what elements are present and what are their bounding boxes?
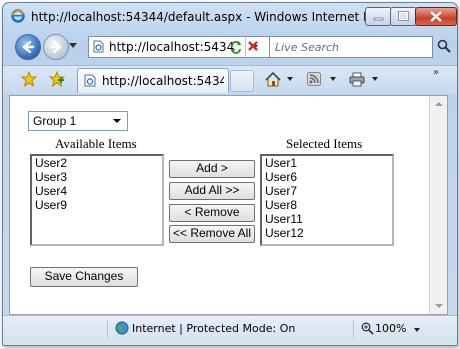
close-button[interactable] bbox=[415, 7, 457, 26]
close-icon bbox=[430, 11, 442, 22]
zoom-level[interactable]: 100% bbox=[375, 322, 406, 335]
list-item[interactable]: User6 bbox=[262, 170, 392, 184]
list-item[interactable]: User8 bbox=[262, 198, 392, 212]
selected-items-list[interactable]: User1 User6 User7 User8 User11 User12 bbox=[260, 154, 394, 246]
title-bar: http://localhost:54344/default.aspx - Wi… bbox=[3, 3, 457, 31]
status-bar: Internet | Protected Mode: On 100% bbox=[3, 315, 457, 345]
forward-arrow-icon bbox=[49, 40, 62, 54]
list-item[interactable]: User12 bbox=[262, 226, 392, 240]
status-divider bbox=[353, 320, 354, 338]
add-button[interactable]: Add > bbox=[169, 160, 255, 178]
maximize-icon bbox=[398, 11, 409, 21]
remove-all-button[interactable]: << Remove All bbox=[169, 225, 255, 243]
list-item[interactable]: User9 bbox=[32, 198, 162, 212]
add-favorites-icon[interactable] bbox=[49, 71, 65, 87]
minimize-icon bbox=[373, 17, 384, 21]
save-changes-button[interactable]: Save Changes bbox=[30, 267, 138, 287]
group-select[interactable]: Group 1 bbox=[28, 111, 128, 131]
selected-items-title: Selected Items bbox=[286, 136, 363, 151]
page-icon bbox=[84, 74, 96, 87]
stop-icon[interactable] bbox=[247, 40, 259, 52]
list-item[interactable]: User11 bbox=[262, 212, 392, 226]
available-items-list[interactable]: User2 User3 User4 User9 bbox=[30, 154, 164, 246]
tab-label[interactable]: http://localhost:54344/d... bbox=[102, 74, 224, 88]
list-item[interactable]: User3 bbox=[32, 170, 162, 184]
list-item[interactable]: User2 bbox=[32, 156, 162, 170]
scroll-down-icon[interactable] bbox=[435, 304, 443, 308]
zoom-magnifier-icon[interactable] bbox=[361, 322, 374, 335]
available-items-title: Available Items bbox=[55, 136, 137, 151]
print-dropdown-arrow[interactable] bbox=[372, 77, 378, 81]
remove-button[interactable]: < Remove bbox=[169, 204, 255, 222]
tab-bar: http://localhost:54344/d... » bbox=[3, 65, 457, 94]
forward-button[interactable] bbox=[43, 34, 69, 60]
favorites-star-icon[interactable] bbox=[21, 71, 37, 87]
add-all-button[interactable]: Add All >> bbox=[169, 182, 255, 200]
security-zone-text[interactable]: Internet | Protected Mode: On bbox=[132, 322, 295, 335]
minimize-button[interactable] bbox=[365, 7, 392, 26]
more-commands-chevron[interactable]: » bbox=[433, 67, 439, 78]
group-select-value[interactable]: Group 1 bbox=[33, 114, 76, 128]
maximize-button[interactable] bbox=[390, 7, 417, 26]
status-divider bbox=[107, 320, 108, 338]
home-icon[interactable] bbox=[265, 72, 281, 87]
search-icon[interactable] bbox=[437, 39, 451, 53]
recent-pages-dropdown[interactable] bbox=[69, 43, 77, 49]
scroll-up-icon[interactable] bbox=[435, 102, 443, 106]
navigation-bar: http://localhost:54344/default.aspx Live… bbox=[3, 31, 457, 65]
feeds-dropdown-arrow[interactable] bbox=[330, 77, 336, 81]
new-tab-button[interactable] bbox=[230, 70, 254, 92]
internet-globe-icon bbox=[115, 321, 129, 335]
ie-logo-icon bbox=[11, 9, 25, 23]
back-arrow-icon bbox=[22, 40, 35, 54]
back-button[interactable] bbox=[15, 34, 41, 60]
feeds-icon[interactable] bbox=[307, 72, 321, 86]
tab-current-page[interactable]: http://localhost:54344/d... bbox=[77, 68, 229, 93]
chevron-down-icon[interactable] bbox=[113, 119, 121, 123]
window-title: http://localhost:54344/default.aspx - Wi… bbox=[31, 10, 414, 24]
browser-window: http://localhost:54344/default.aspx - Wi… bbox=[2, 2, 458, 346]
search-box[interactable]: Live Search bbox=[269, 36, 433, 58]
list-item[interactable]: User4 bbox=[32, 184, 162, 198]
page-content: Group 1 Available Items Selected Items U… bbox=[9, 95, 448, 315]
list-item[interactable]: User1 bbox=[262, 156, 392, 170]
address-text[interactable]: http://localhost:54344/default.aspx bbox=[109, 40, 234, 54]
home-dropdown-arrow[interactable] bbox=[287, 77, 293, 81]
refresh-icon[interactable] bbox=[229, 40, 243, 54]
zoom-dropdown-arrow[interactable] bbox=[414, 328, 420, 332]
vertical-scrollbar[interactable] bbox=[429, 96, 447, 314]
search-placeholder[interactable]: Live Search bbox=[275, 41, 339, 54]
list-item[interactable]: User7 bbox=[262, 184, 392, 198]
print-icon[interactable] bbox=[349, 72, 365, 87]
page-icon bbox=[93, 40, 104, 53]
